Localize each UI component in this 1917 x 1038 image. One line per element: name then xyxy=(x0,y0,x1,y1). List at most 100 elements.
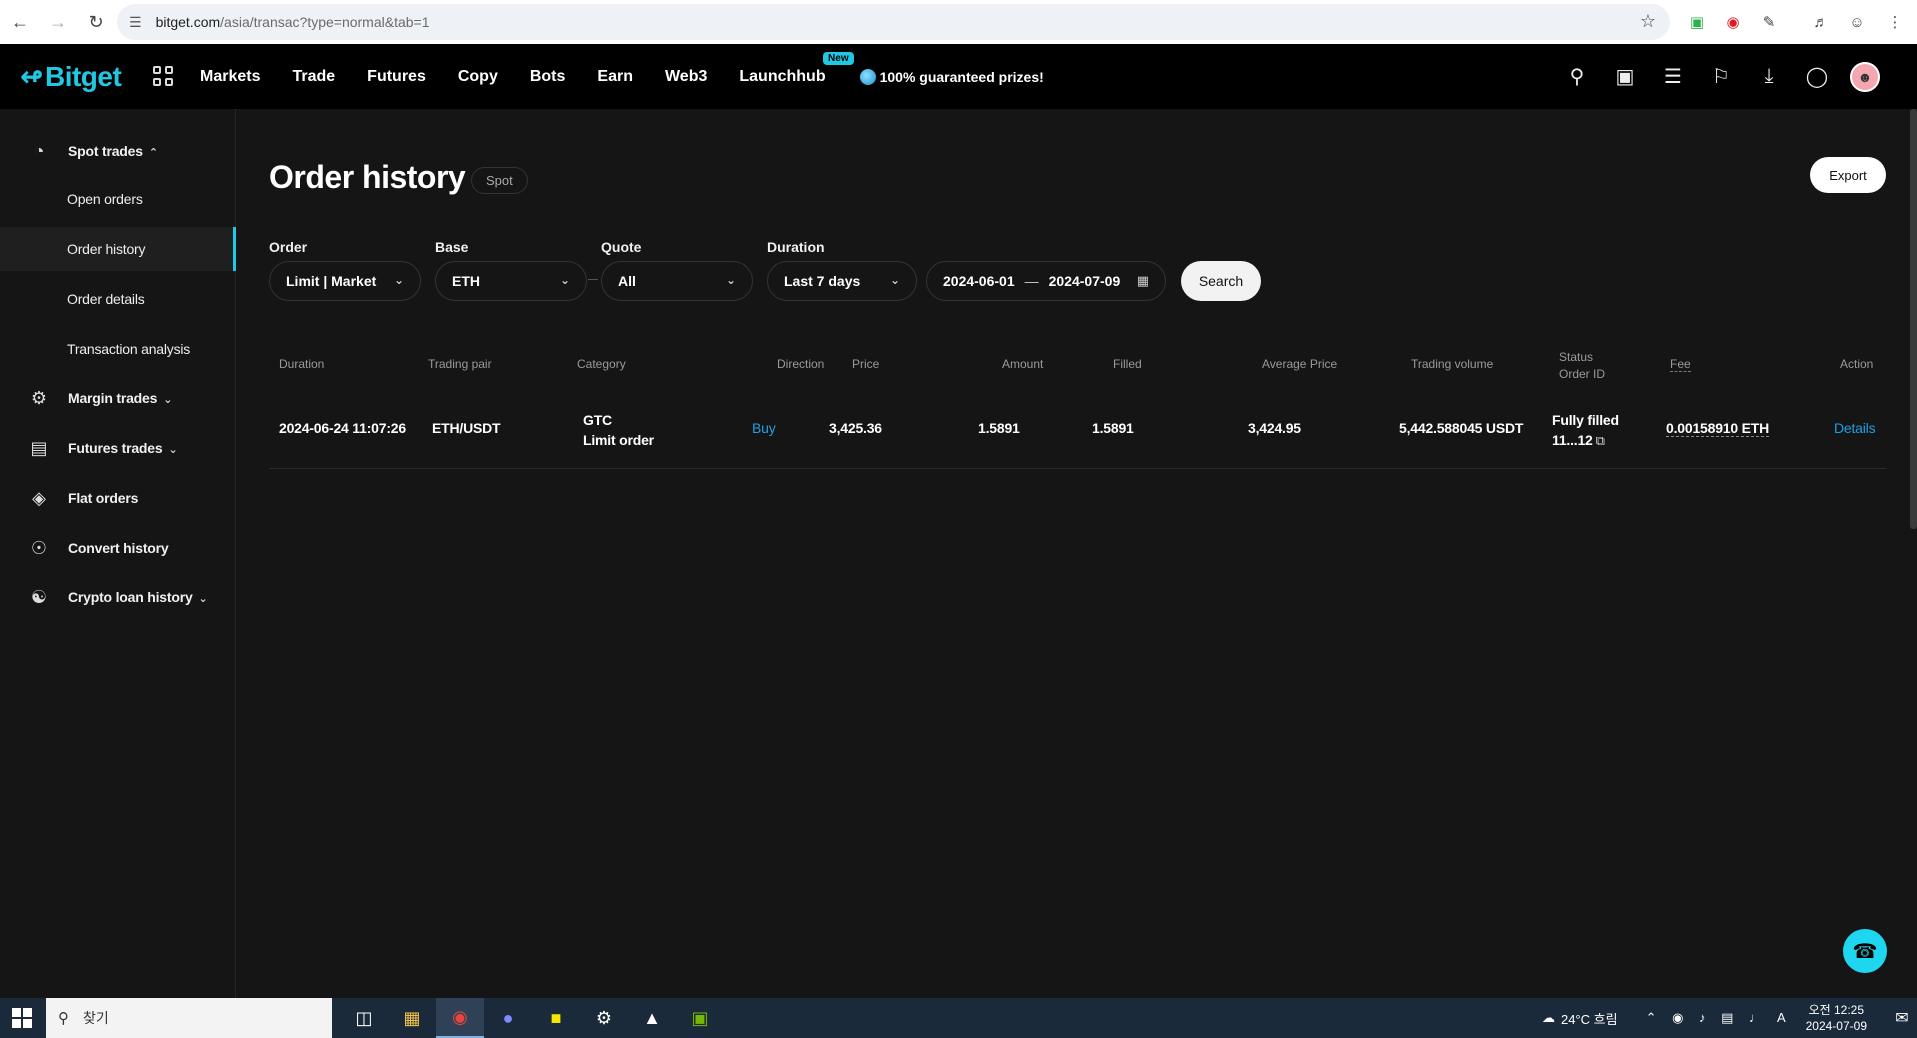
convert-icon: ☉ xyxy=(30,537,48,558)
bitget-logo[interactable]: ↫ Bitget xyxy=(20,60,122,93)
tray-icons[interactable]: ⌃ ◉ ♪ ▤ ♩ A xyxy=(1646,1010,1792,1026)
notification-icon[interactable]: ✉ xyxy=(1887,1008,1917,1028)
th-amount: Amount xyxy=(1002,357,1044,371)
sidebar-item-margin-trades[interactable]: ⚙ Margin trades ⌄ xyxy=(0,376,236,420)
wallet-icon[interactable]: ▣ xyxy=(1601,64,1649,89)
th-status-order-id: Status Order ID xyxy=(1559,349,1605,383)
extension-green-icon[interactable]: ▣ xyxy=(1684,9,1710,35)
nav-markets[interactable]: Markets xyxy=(200,68,260,86)
address-bar[interactable]: ☰ bitget.com/asia/transac?type=normal&ta… xyxy=(117,4,1670,40)
extension-opera-icon[interactable]: ◉ xyxy=(1720,9,1746,35)
cell-trading-volume: 5,442.588045 USDT xyxy=(1399,420,1524,436)
file-explorer-icon[interactable]: ▦ xyxy=(388,998,436,1038)
cell-fee[interactable]: 0.00158910 ETH xyxy=(1666,420,1769,437)
reload-icon[interactable]: ↻ xyxy=(78,4,114,40)
quote-value: All xyxy=(618,273,636,289)
th-price: Price xyxy=(852,357,880,371)
sidebar-item-order-details[interactable]: Order details xyxy=(0,277,236,321)
th-category: Category xyxy=(577,357,626,371)
chevron-down-icon: ⌄ xyxy=(163,394,173,406)
export-button[interactable]: Export xyxy=(1810,157,1886,193)
apps-grid-icon[interactable] xyxy=(153,66,173,86)
url-text: bitget.com/asia/transac?type=normal&tab=… xyxy=(155,14,430,30)
taskbar-search[interactable]: ⚲ 찾기 xyxy=(46,998,332,1038)
extensions-puzzle-icon[interactable]: ✎ xyxy=(1756,9,1782,35)
nav-bots[interactable]: Bots xyxy=(530,68,566,86)
date-from: 2024-06-01 xyxy=(943,273,1015,289)
order-type-value: Limit | Market xyxy=(286,273,377,289)
task-view-icon[interactable]: ◫ xyxy=(340,998,388,1038)
menu-icon[interactable]: ⋮ xyxy=(1882,9,1908,35)
date-range-picker[interactable]: 2024-06-01 — 2024-07-09 ▦ xyxy=(926,261,1166,301)
support-headset-icon[interactable]: ☎ xyxy=(1843,929,1887,973)
nvidia-icon[interactable]: ▣ xyxy=(676,998,724,1038)
sidebar-item-order-history[interactable]: Order history xyxy=(0,227,236,271)
media-control-icon[interactable]: ♬ xyxy=(1808,9,1834,35)
sidebar-item-spot-trades[interactable]: ◔ Spot trades ⌃ xyxy=(0,129,236,173)
globe-icon[interactable]: ◯ xyxy=(1793,64,1841,89)
main-content: Order history Spot Export Order Limit | … xyxy=(237,109,1917,998)
nav-earn[interactable]: Earn xyxy=(597,68,633,86)
details-link[interactable]: Details xyxy=(1834,420,1876,436)
sidebar-item-label: Transaction analysis xyxy=(67,341,191,357)
nav-futures[interactable]: Futures xyxy=(367,68,426,86)
kakaotalk-icon[interactable]: ■ xyxy=(532,998,580,1038)
nav-trade[interactable]: Trade xyxy=(292,68,335,86)
nav-launchhub-label: Launchhub xyxy=(739,67,826,85)
cell-price: 3,425.36 xyxy=(829,420,882,436)
bell-icon[interactable]: ⚐ xyxy=(1697,64,1745,89)
chevron-down-icon: ⌄ xyxy=(889,273,900,287)
sidebar-item-convert-history[interactable]: ☉ Convert history xyxy=(0,526,236,570)
sidebar-item-futures-trades[interactable]: ▤ Futures trades ⌄ xyxy=(0,426,236,470)
download-icon[interactable]: ⤓ xyxy=(1745,65,1793,88)
table-row: 2024-06-24 11:07:26 ETH/USDT GTC Limit o… xyxy=(269,391,1886,469)
sidebar-item-label: Order details xyxy=(67,291,145,307)
order-type-select[interactable]: Limit | Market ⌄ xyxy=(269,261,421,301)
profile-icon[interactable]: ☺ xyxy=(1844,9,1870,35)
quote-select[interactable]: All ⌄ xyxy=(601,261,753,301)
order-id-text: 11...12 xyxy=(1552,432,1593,448)
site-settings-icon[interactable]: ☰ xyxy=(129,14,142,31)
clock[interactable]: 오전 12:25 2024-07-09 xyxy=(1806,1002,1867,1034)
chevron-down-icon: ⌄ xyxy=(393,273,404,287)
bookmark-star-icon[interactable]: ☆ xyxy=(1640,11,1656,32)
clock-date: 2024-07-09 xyxy=(1805,1019,1867,1033)
nav-web3[interactable]: Web3 xyxy=(665,68,707,86)
copy-icon[interactable]: ⧉ xyxy=(1596,431,1605,451)
nav-copy[interactable]: Copy xyxy=(458,68,498,86)
cell-category: GTC Limit order xyxy=(583,410,654,450)
nav-items: Markets Trade Futures Copy Bots Earn Web… xyxy=(200,44,1044,109)
back-icon[interactable]: ← xyxy=(2,4,38,40)
sidebar-item-crypto-loan-history[interactable]: ☯ Crypto loan history ⌄ xyxy=(0,575,236,619)
search-icon[interactable]: ⚲ xyxy=(1553,64,1601,89)
th-fee[interactable]: Fee xyxy=(1670,357,1691,372)
clock-time: 오전 12:25 xyxy=(1808,1003,1865,1017)
cell-category-type: Limit order xyxy=(583,432,654,448)
game-app-icon[interactable]: ▲ xyxy=(628,998,676,1038)
th-trading-pair: Trading pair xyxy=(428,357,492,371)
nav-launchhub[interactable]: Launchhub New xyxy=(739,51,854,86)
ime-indicator: A xyxy=(1776,1010,1792,1025)
promo-link[interactable]: 100% guaranteed prizes! xyxy=(859,68,1044,85)
base-filter-label: Base xyxy=(435,239,469,255)
discord-icon[interactable]: ● xyxy=(484,998,532,1038)
th-direction: Direction xyxy=(777,357,825,371)
windows-start-icon[interactable] xyxy=(12,1008,32,1028)
th-status: Status xyxy=(1559,350,1594,364)
base-select[interactable]: ETH ⌄ xyxy=(435,261,587,301)
steam-icon[interactable]: ⚙ xyxy=(580,998,628,1038)
chrome-icon[interactable]: ◉ xyxy=(436,998,484,1038)
sidebar-item-open-orders[interactable]: Open orders xyxy=(0,177,236,221)
sidebar-item-label: Margin trades ⌄ xyxy=(68,390,173,406)
orders-icon[interactable]: ☰ xyxy=(1649,64,1697,89)
sidebar-item-label: Flat orders xyxy=(68,490,139,506)
weather-widget[interactable]: ☁ 24°C 흐림 xyxy=(1542,1009,1618,1028)
page-scrollbar[interactable] xyxy=(1910,109,1917,529)
avatar[interactable]: ☻ xyxy=(1841,61,1889,92)
forward-icon[interactable]: → xyxy=(40,4,76,40)
page-title: Order history xyxy=(269,159,466,195)
sidebar-item-transaction-analysis[interactable]: Transaction analysis xyxy=(0,327,236,371)
search-button[interactable]: Search xyxy=(1181,261,1261,301)
duration-select[interactable]: Last 7 days ⌄ xyxy=(767,261,917,301)
sidebar-item-flat-orders[interactable]: ◈ Flat orders xyxy=(0,476,236,520)
